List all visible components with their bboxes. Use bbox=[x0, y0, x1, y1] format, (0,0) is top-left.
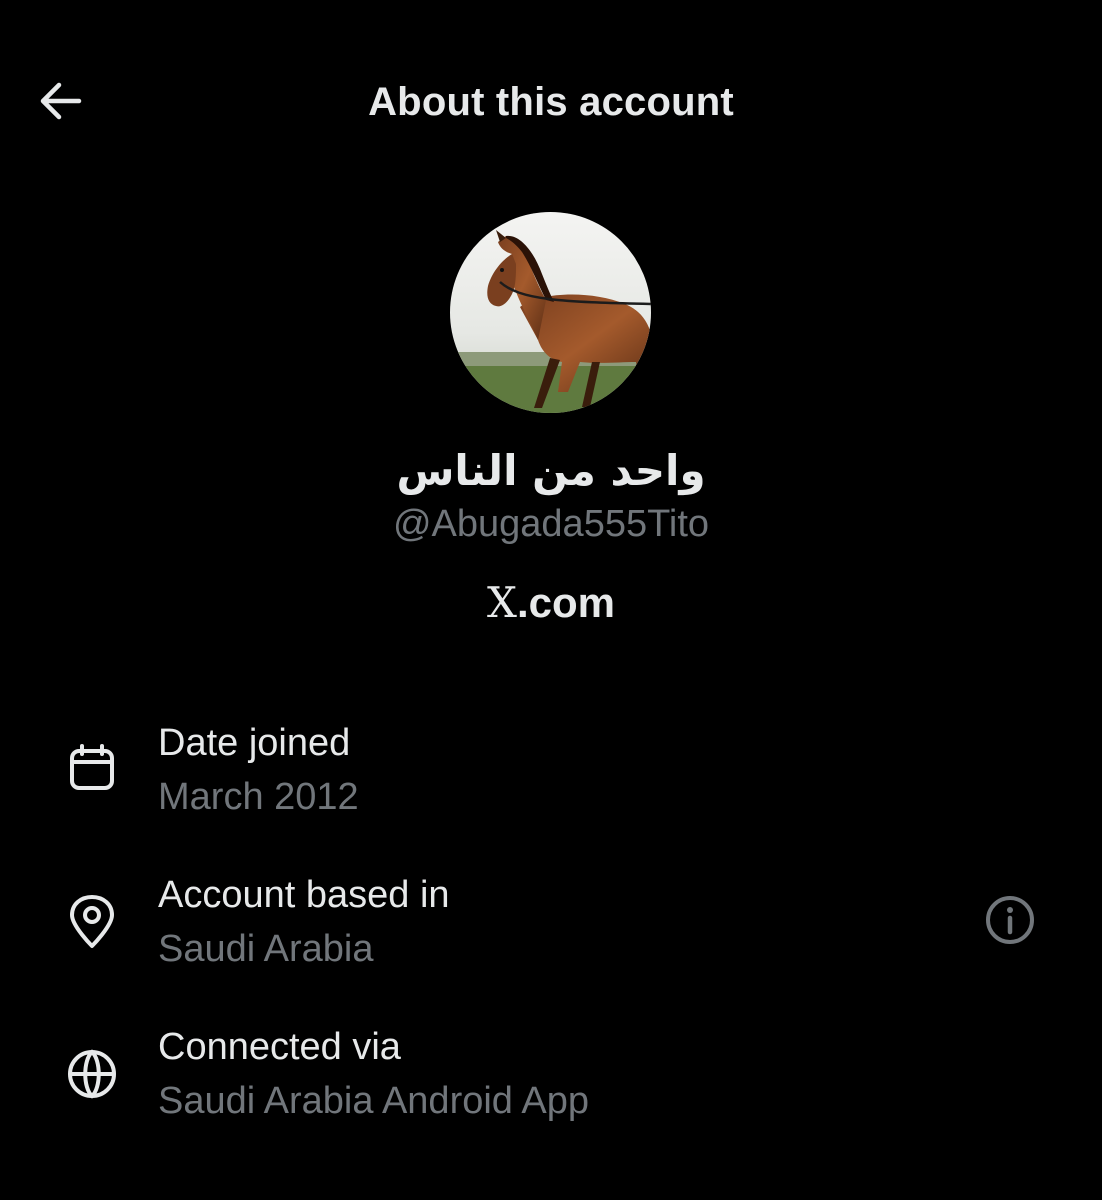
connected-via-value: Saudi Arabia Android App bbox=[158, 1080, 590, 1122]
calendar-icon bbox=[62, 738, 122, 798]
horse-avatar-image bbox=[450, 212, 651, 413]
account-based-in-row: Account based in Saudi Arabia bbox=[0, 868, 1102, 988]
info-button[interactable] bbox=[980, 892, 1040, 952]
page-title: About this account bbox=[368, 80, 734, 124]
account-based-in-label: Account based in bbox=[158, 874, 450, 916]
username-handle: @Abugada555Tito bbox=[392, 503, 710, 545]
connected-via-label: Connected via bbox=[158, 1026, 401, 1068]
globe-icon bbox=[62, 1044, 122, 1104]
x-logo-icon: X bbox=[487, 578, 517, 627]
site-suffix: .com bbox=[516, 579, 615, 626]
account-based-in-value: Saudi Arabia bbox=[158, 928, 374, 970]
display-name: واحد من الناس bbox=[396, 446, 706, 495]
info-icon bbox=[984, 894, 1036, 951]
date-joined-value: March 2012 bbox=[158, 776, 359, 818]
site-label: X.com bbox=[0, 578, 1102, 627]
avatar[interactable] bbox=[450, 212, 651, 413]
date-joined-label: Date joined bbox=[158, 722, 351, 764]
connected-via-row: Connected via Saudi Arabia Android App bbox=[0, 1020, 1102, 1140]
location-pin-icon bbox=[62, 892, 122, 952]
top-bar: About this account bbox=[0, 0, 1102, 200]
date-joined-row: Date joined March 2012 bbox=[0, 716, 1102, 836]
